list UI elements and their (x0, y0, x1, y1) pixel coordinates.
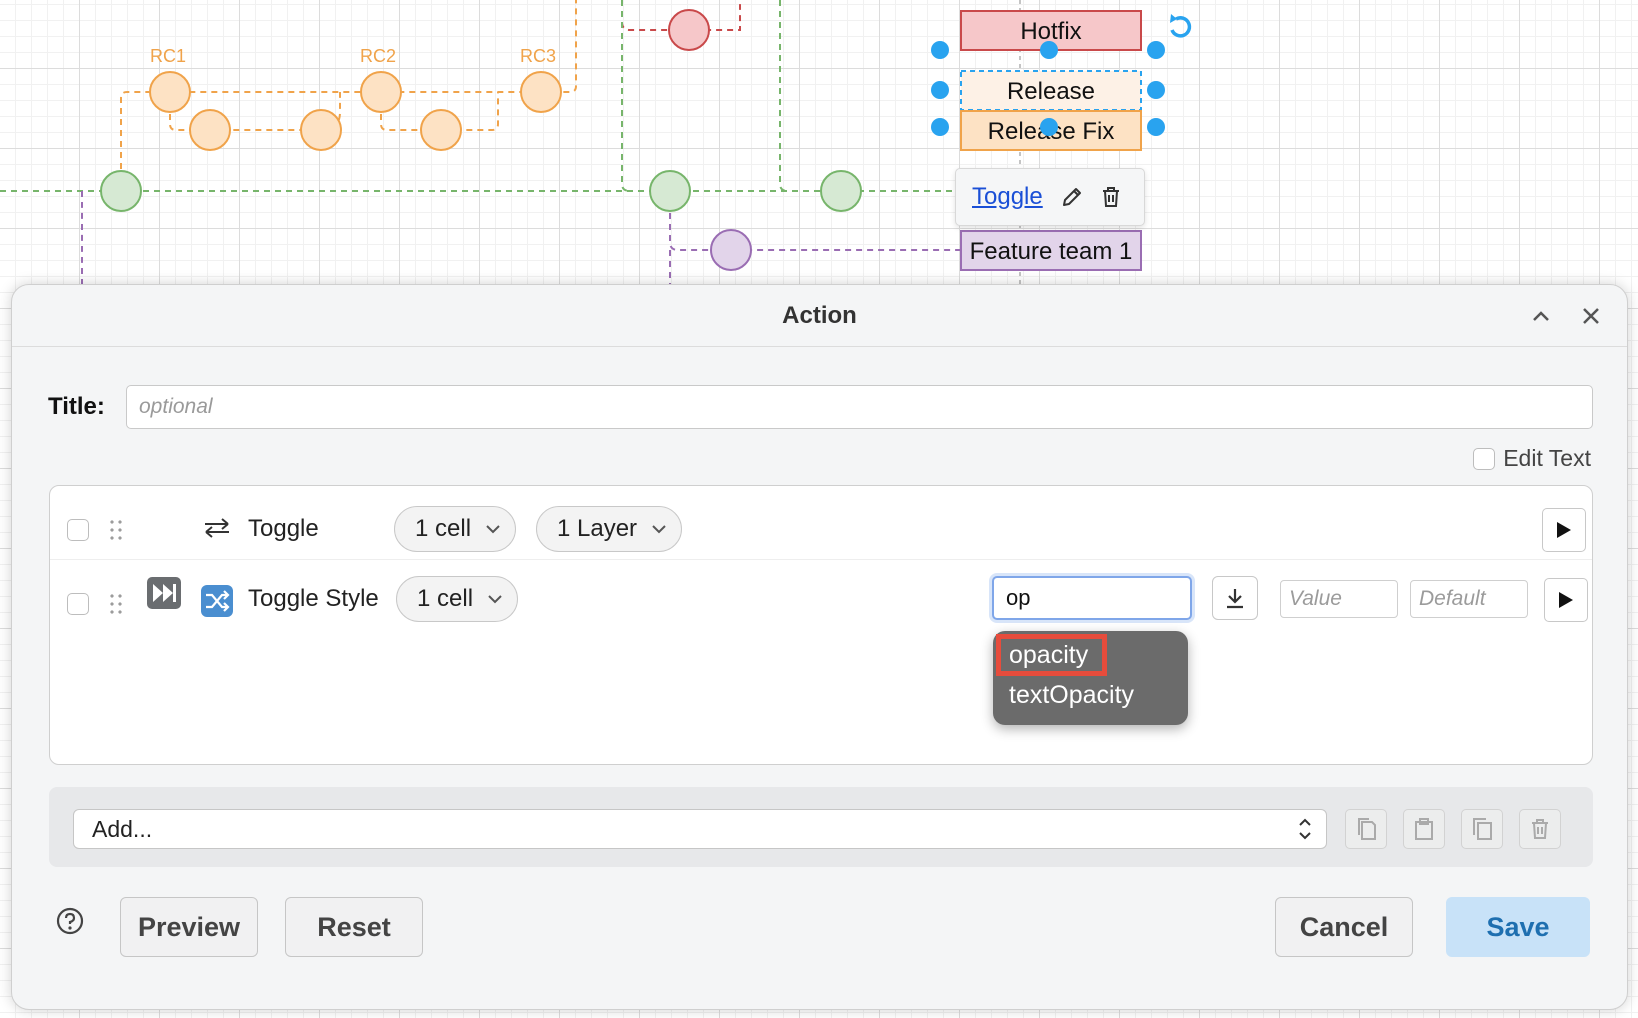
drag-handle-icon[interactable] (108, 518, 124, 540)
step-checkbox[interactable] (67, 593, 89, 615)
swap-arrows-icon (202, 516, 232, 545)
cancel-button[interactable]: Cancel (1275, 897, 1413, 957)
commit-node[interactable] (820, 170, 862, 212)
commit-node[interactable] (300, 109, 342, 151)
edit-text-checkbox-box[interactable] (1473, 447, 1496, 470)
chevron-down-icon (488, 595, 502, 604)
trash-icon (1532, 819, 1548, 839)
delete-step-button[interactable] (1519, 809, 1561, 849)
step-checkbox[interactable] (67, 519, 89, 541)
add-step-select-label: Add... (92, 815, 153, 842)
trash-icon[interactable] (1101, 186, 1121, 208)
default-input[interactable] (1410, 580, 1528, 618)
step-label: Toggle Style (248, 585, 379, 612)
hotfix-text: Hotfix (1020, 18, 1081, 45)
autocomplete-menu: opacity textOpacity (993, 631, 1188, 725)
copy-icon (1358, 818, 1376, 840)
layers-dropdown-label: 1 Layer (557, 515, 638, 542)
commit-node[interactable] (520, 71, 562, 113)
duplicate-button[interactable] (1461, 809, 1503, 849)
duplicate-icon (1473, 818, 1492, 840)
rotate-handle-icon[interactable] (1170, 14, 1192, 38)
pencil-icon[interactable] (1061, 186, 1083, 208)
chevron-down-icon (652, 525, 666, 534)
resize-handle[interactable] (1040, 41, 1058, 59)
run-step-button[interactable] (1544, 578, 1588, 622)
resize-handle[interactable] (1147, 81, 1165, 99)
commit-node[interactable] (149, 71, 191, 113)
rc2-label: RC2 (360, 46, 396, 66)
chevron-up-icon[interactable] (1526, 301, 1556, 331)
edit-text-label: Edit Text (1503, 445, 1591, 471)
hotfix-commit-node[interactable] (668, 9, 710, 51)
autocomplete-item-label: textOpacity (1009, 681, 1135, 709)
diagram-canvas[interactable]: RC1 RC2 RC3 Hotfix Release Release Fix F… (0, 0, 1638, 300)
preview-button[interactable]: Preview (120, 897, 258, 957)
title-input[interactable] (126, 385, 1593, 429)
help-icon[interactable] (56, 907, 84, 940)
autocomplete-item-opacity[interactable]: opacity (993, 634, 1188, 676)
title-label: Title: (48, 393, 105, 420)
cells-dropdown-label: 1 cell (417, 585, 474, 612)
step-label: Toggle (248, 515, 319, 542)
edit-text-checkbox[interactable]: Edit Text (1473, 445, 1591, 472)
download-icon (1227, 589, 1243, 609)
autocomplete-item-label: opacity (995, 634, 1108, 676)
commit-node[interactable] (360, 71, 402, 113)
copy-button[interactable] (1345, 809, 1387, 849)
chevron-down-icon (486, 525, 500, 534)
download-button[interactable] (1212, 576, 1258, 620)
value-input[interactable] (1280, 580, 1398, 618)
autocomplete-item-text-opacity[interactable]: textOpacity (993, 675, 1188, 715)
resize-handle[interactable] (931, 81, 949, 99)
add-step-select[interactable]: Add... (73, 809, 1327, 849)
dialog-header: Action (12, 285, 1627, 347)
style-property-input[interactable] (992, 576, 1192, 620)
shuffle-icon (200, 584, 234, 623)
resize-handle[interactable] (1147, 41, 1165, 59)
fast-forward-icon[interactable] (146, 576, 182, 615)
toggle-link[interactable]: Toggle (972, 183, 1043, 211)
cells-dropdown[interactable]: 1 cell (394, 506, 517, 552)
cells-dropdown-label: 1 cell (415, 515, 472, 542)
run-step-button[interactable] (1542, 508, 1586, 552)
reset-button[interactable]: Reset (285, 897, 423, 957)
play-icon (1559, 592, 1573, 608)
feature-team-text: Feature team 1 (970, 238, 1133, 265)
save-button[interactable]: Save (1446, 897, 1590, 957)
feature-commit-node[interactable] (710, 229, 752, 271)
close-icon[interactable] (1576, 301, 1606, 331)
resize-handle[interactable] (931, 118, 949, 136)
updown-arrows-icon (1299, 818, 1311, 840)
add-step-bar: Add... (49, 787, 1593, 867)
resize-handle[interactable] (1040, 118, 1058, 136)
play-icon (1557, 522, 1571, 538)
green-connector-2 (779, 0, 789, 192)
cell-toolbar: Toggle (955, 168, 1145, 226)
list-item: Toggle Style 1 cell (50, 560, 1592, 634)
steps-list: Toggle 1 cell 1 Layer Toggle Style 1 cel… (49, 485, 1593, 765)
commit-node[interactable] (189, 109, 231, 151)
green-connector-1 (621, 0, 631, 192)
rc1-label: RC1 (150, 46, 186, 66)
drag-handle-icon[interactable] (108, 592, 124, 614)
paste-icon (1415, 818, 1433, 840)
cells-dropdown[interactable]: 1 cell (396, 576, 519, 622)
resize-handle[interactable] (931, 41, 949, 59)
list-item: Toggle 1 cell 1 Layer (50, 486, 1592, 560)
layers-dropdown[interactable]: 1 Layer (536, 506, 683, 552)
commit-node[interactable] (420, 109, 462, 151)
commit-node[interactable] (649, 170, 691, 212)
release-text: Release (1007, 78, 1095, 105)
action-dialog: Action Title: Edit Text Toggle 1 cell (11, 284, 1628, 1010)
resize-handle[interactable] (1147, 118, 1165, 136)
commit-node[interactable] (100, 170, 142, 212)
paste-button[interactable] (1403, 809, 1445, 849)
rc3-label: RC3 (520, 46, 556, 66)
dialog-title: Action (782, 301, 857, 329)
